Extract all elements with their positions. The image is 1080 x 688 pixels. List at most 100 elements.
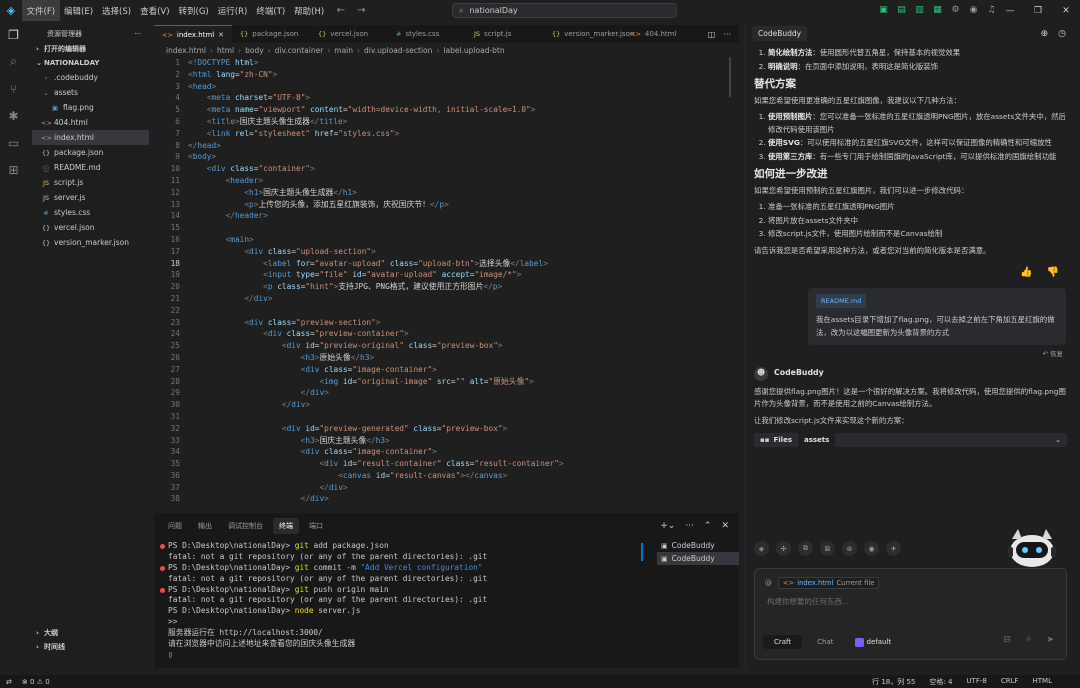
- history-icon[interactable]: ◷: [1058, 29, 1066, 39]
- tool-1-icon[interactable]: ◈: [754, 541, 769, 556]
- at-mention-icon[interactable]: @: [765, 579, 772, 587]
- menu-item[interactable]: 转到(G): [174, 0, 213, 21]
- panel-tab[interactable]: 问题: [162, 518, 188, 534]
- problems-indicator[interactable]: ⊗ 0 ⚠ 0: [22, 678, 50, 686]
- code-view[interactable]: 1 <!DOCTYPE html> 2 <html lang="zh-CN"> 3 <he…: [154, 57, 739, 510]
- file-tree-item[interactable]: ▣ flag.png: [32, 100, 149, 115]
- image-attach-icon[interactable]: ⊟: [1003, 635, 1011, 645]
- thumbs-down-icon[interactable]: 👎: [1047, 267, 1059, 280]
- model-selector[interactable]: default: [854, 637, 891, 647]
- codebuddy-tab[interactable]: CodeBuddy: [752, 26, 808, 41]
- close-window-icon[interactable]: ✕: [1052, 0, 1080, 21]
- close-tab-icon[interactable]: ✕: [218, 31, 224, 39]
- breadcrumb-item[interactable]: label.upload-btn: [443, 46, 504, 55]
- panel-tab[interactable]: 输出: [192, 518, 218, 534]
- tool-6-icon[interactable]: ◉: [864, 541, 879, 556]
- breadcrumb-item[interactable]: div.upload-section: [364, 46, 432, 55]
- tab-styles-css[interactable]: # styles.css: [388, 25, 466, 43]
- terminal-instance[interactable]: ▣ CodeBuddy: [657, 552, 739, 565]
- remote-indicator-icon[interactable]: ⇄: [6, 678, 12, 686]
- breadcrumb-item[interactable]: main: [334, 46, 353, 55]
- tool-5-icon[interactable]: ⊛: [842, 541, 857, 556]
- customize-layout-icon[interactable]: ▦: [930, 3, 945, 17]
- tab-index-html[interactable]: <> index.html ✕: [154, 25, 232, 43]
- explorer-icon[interactable]: ❐: [0, 21, 27, 48]
- extensions-icon[interactable]: ⊞: [0, 156, 27, 183]
- enhance-icon[interactable]: ✧: [1025, 635, 1033, 645]
- tool-7-icon[interactable]: ✈: [886, 541, 901, 556]
- maximize-panel-icon[interactable]: ⌃: [704, 521, 712, 531]
- scrollbar-thumb[interactable]: [729, 57, 731, 97]
- maximize-icon[interactable]: ❐: [1024, 0, 1052, 21]
- account-icon[interactable]: ◉: [966, 3, 981, 17]
- search-view-icon[interactable]: ⌕: [0, 48, 27, 75]
- breadcrumb-item[interactable]: body: [245, 46, 264, 55]
- open-editors-section[interactable]: › 打开的编辑器: [32, 42, 149, 56]
- tab-version_marker-json[interactable]: {} version_marker.json: [544, 25, 634, 43]
- remote-explorer-icon[interactable]: ▭: [0, 129, 27, 156]
- close-panel-icon[interactable]: ✕: [721, 521, 729, 531]
- source-control-icon[interactable]: ⑂: [0, 75, 27, 102]
- tool-3-icon[interactable]: ⧉: [798, 541, 813, 556]
- send-icon[interactable]: ➤: [1046, 635, 1054, 645]
- tool-4-icon[interactable]: ⊠: [820, 541, 835, 556]
- file-tree-item[interactable]: ⓘ README.md: [32, 160, 149, 175]
- tab-script-js[interactable]: JS script.js: [466, 25, 544, 43]
- line-ending[interactable]: CRLF: [1001, 677, 1019, 687]
- file-tree-item[interactable]: {} vercel.json: [32, 220, 149, 235]
- toggle-sidebar-icon[interactable]: ▣: [876, 3, 891, 17]
- settings-gear-icon[interactable]: ⚙: [948, 3, 963, 17]
- breadcrumb-item[interactable]: div.container: [275, 46, 324, 55]
- file-tree-item[interactable]: # styles.css: [32, 205, 149, 220]
- files-bar[interactable]: ▪▪ Files assets ⌄: [754, 432, 1067, 448]
- tab-404-html[interactable]: <> 404.html: [622, 25, 700, 43]
- tool-2-icon[interactable]: ✣: [776, 541, 791, 556]
- terminal-instance[interactable]: ▣ CodeBuddy: [657, 539, 739, 552]
- split-editor-icon[interactable]: ◫: [708, 30, 716, 39]
- language-mode[interactable]: HTML: [1033, 677, 1052, 687]
- file-tree-item[interactable]: JS server.js: [32, 190, 149, 205]
- menu-item[interactable]: 查看(V): [136, 0, 174, 21]
- tab-vercel-json[interactable]: {} vercel.json: [310, 25, 388, 43]
- menu-item[interactable]: 选择(S): [98, 0, 136, 21]
- minimize-icon[interactable]: —: [996, 0, 1024, 21]
- menu-item[interactable]: 终端(T): [252, 0, 290, 21]
- file-tree-item[interactable]: <> 404.html: [32, 115, 149, 130]
- cursor-position[interactable]: 行 18，列 55: [872, 677, 915, 687]
- more-actions-icon[interactable]: ···: [723, 30, 731, 39]
- encoding[interactable]: UTF-8: [966, 677, 986, 687]
- more-actions-icon[interactable]: ···: [134, 30, 141, 38]
- context-file-chip[interactable]: <> index.html Current file: [777, 577, 880, 589]
- indentation[interactable]: 空格: 4: [929, 677, 952, 687]
- mode-chat[interactable]: Chat: [806, 635, 844, 649]
- workspace-root-section[interactable]: ⌄ NATIONALDAY: [32, 56, 149, 70]
- breadcrumb-item[interactable]: index.html: [166, 46, 206, 55]
- file-tree-item[interactable]: {} version_marker.json: [32, 235, 149, 250]
- panel-tab[interactable]: 端口: [303, 518, 329, 534]
- terminal-output[interactable]: PS D:\Desktop\nationalDay> git add packa…: [154, 541, 644, 666]
- new-chat-icon[interactable]: ⊕: [1041, 29, 1049, 39]
- toggle-panel-icon[interactable]: ▤: [894, 3, 909, 17]
- breadcrumb-item[interactable]: html: [217, 46, 234, 55]
- new-terminal-icon[interactable]: +⌄: [660, 521, 675, 531]
- file-tree-item[interactable]: ⌄ assets: [32, 85, 149, 100]
- chat-input[interactable]: 构建你想要的任何东西...: [767, 596, 849, 607]
- attached-file-chip[interactable]: README.md: [816, 293, 867, 308]
- menu-item[interactable]: 帮助(H): [290, 0, 329, 21]
- more-actions-icon[interactable]: ···: [685, 521, 694, 531]
- menu-item[interactable]: 编辑(E): [60, 0, 98, 21]
- file-tree-item[interactable]: <> index.html: [32, 130, 149, 145]
- toggle-secondary-sidebar-icon[interactable]: ▥: [912, 3, 927, 17]
- restore-button[interactable]: ↶ 恢复: [754, 348, 1063, 361]
- file-tree-item[interactable]: › .codebuddy: [32, 70, 149, 85]
- chat-transcript[interactable]: 简化绘制方法：使用圆形代替五角星，保持基本的视觉效果明确说明：在页面中添加说明，…: [746, 47, 1077, 527]
- outline-section[interactable]: › 大纲: [32, 626, 149, 640]
- tab-package-json[interactable]: {} package.json: [232, 25, 310, 43]
- back-arrow-icon[interactable]: ←: [337, 5, 345, 16]
- menu-item[interactable]: 运行(R): [213, 0, 252, 21]
- file-tree-item[interactable]: JS script.js: [32, 175, 149, 190]
- mode-craft[interactable]: Craft: [763, 635, 803, 649]
- run-debug-icon[interactable]: ✱: [0, 102, 27, 129]
- menu-item[interactable]: 文件(F): [22, 0, 60, 21]
- file-tree-item[interactable]: {} package.json: [32, 145, 149, 160]
